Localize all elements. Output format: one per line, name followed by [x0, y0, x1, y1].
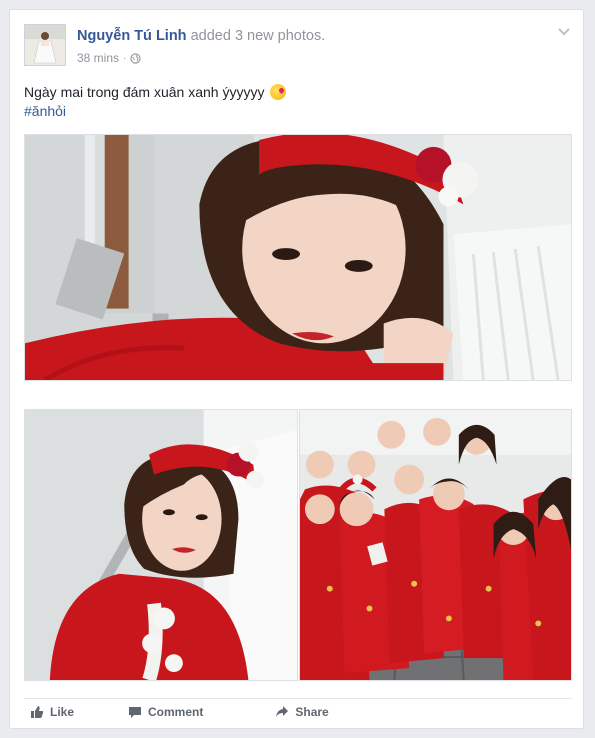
- post-meta: 38 mins ·: [77, 51, 142, 65]
- comment-icon: [128, 705, 142, 719]
- post-actions-bar: Like Comment Share: [24, 698, 572, 738]
- comment-label: Comment: [148, 705, 204, 719]
- like-button[interactable]: Like: [30, 705, 74, 719]
- post-text: Ngày mai trong đám xuân xanh ýyyyyy: [24, 82, 287, 102]
- action-prefix: added: [190, 28, 231, 44]
- share-icon: [275, 705, 289, 719]
- photo-2[interactable]: [24, 409, 298, 681]
- photo-3[interactable]: [299, 409, 572, 681]
- post-card: Nguyễn Tú Linh added 3 new photos. 38 mi…: [9, 9, 584, 729]
- share-button[interactable]: Share: [275, 705, 329, 719]
- hashtag-link[interactable]: #ănhỏi: [24, 103, 66, 119]
- author-line: Nguyễn Tú Linh added 3 new photos.: [77, 28, 325, 44]
- author-name-link[interactable]: Nguyễn Tú Linh: [77, 28, 187, 44]
- timestamp-link[interactable]: 38 mins: [77, 51, 119, 65]
- meta-separator: ·: [123, 52, 127, 64]
- photo-count: 3: [234, 28, 244, 44]
- kissing-face-emoji-icon: [270, 84, 287, 100]
- action-suffix: new photos.: [247, 28, 326, 44]
- like-label: Like: [50, 705, 75, 719]
- photo-1[interactable]: [24, 134, 572, 381]
- chevron-down-icon[interactable]: [557, 24, 571, 36]
- globe-icon[interactable]: [130, 52, 142, 64]
- post-text-body: Ngày mai trong đám xuân xanh ýyyyyy: [24, 84, 265, 100]
- thumbs-up-icon: [30, 705, 44, 719]
- comment-button[interactable]: Comment: [128, 705, 203, 719]
- share-label: Share: [295, 705, 329, 719]
- post-action-text: added 3 new photos.: [191, 28, 326, 44]
- author-avatar[interactable]: [24, 24, 66, 66]
